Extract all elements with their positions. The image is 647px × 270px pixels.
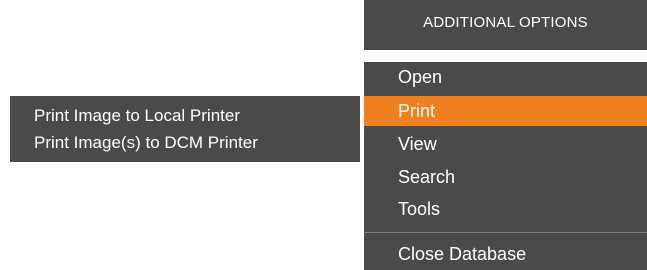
menu-item-search[interactable]: Search [364, 162, 647, 192]
print-submenu: Print Image to Local Printer Print Image… [10, 96, 360, 162]
menu-item-close-database[interactable]: Close Database [364, 239, 647, 269]
menu-divider [364, 232, 647, 233]
submenu-item-print-dcm[interactable]: Print Image(s) to DCM Printer [10, 128, 360, 158]
menu-item-view[interactable]: View [364, 129, 647, 159]
menu-header-title: ADDITIONAL OPTIONS [423, 14, 588, 31]
submenu-item-print-local[interactable]: Print Image to Local Printer [10, 101, 360, 131]
menu-item-print[interactable]: Print [364, 96, 647, 126]
menu-item-tools[interactable]: Tools [364, 194, 647, 224]
main-menu: Open Print View Search Tools Close Datab… [364, 62, 647, 270]
menu-header: ADDITIONAL OPTIONS [364, 0, 647, 50]
menu-item-open[interactable]: Open [364, 62, 647, 92]
